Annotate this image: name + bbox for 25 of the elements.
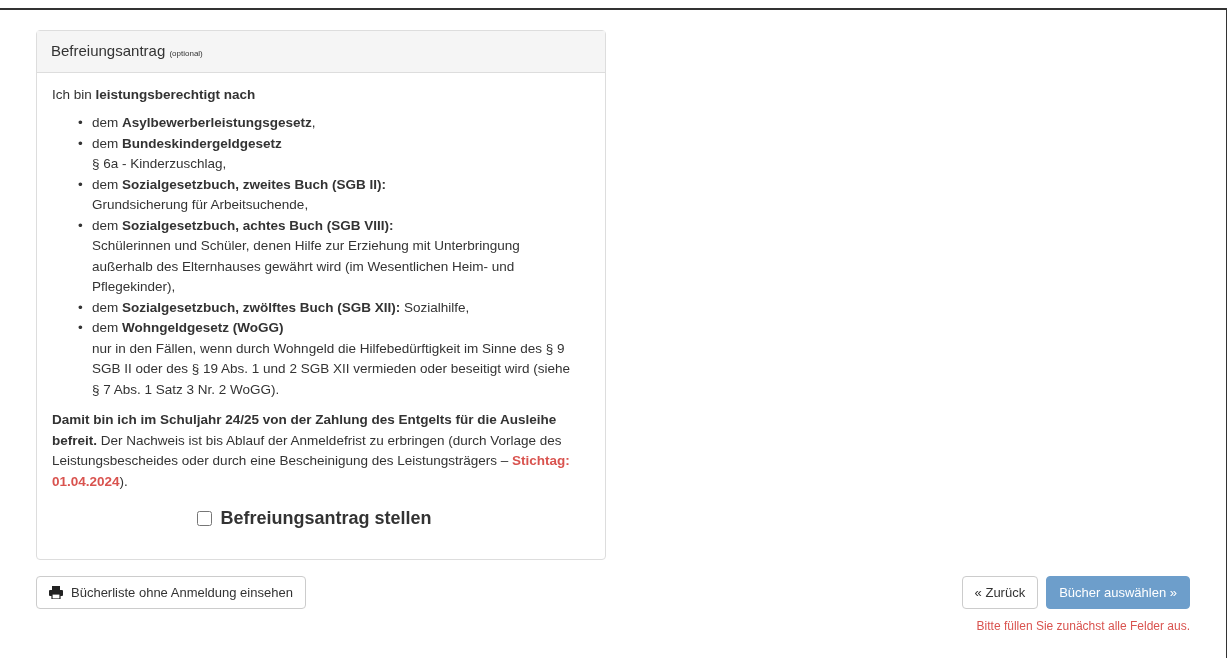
- list-item-text: dem Bundeskindergeldgesetz: [92, 134, 282, 153]
- list-item-detail: § 6a - Kinderzuschlag,: [92, 155, 228, 173]
- bullet-marker: •: [78, 319, 84, 337]
- printer-icon: [49, 585, 63, 599]
- print-button[interactable]: Bücherliste ohne Anmeldung einsehen: [36, 575, 306, 609]
- list-item-text: dem Sozialgesetzbuch, zweites Buch (SGB II):: [92, 175, 387, 194]
- checkbox-label[interactable]: Befreiungsantrag stellen: [220, 508, 432, 529]
- list-item-text: dem Asylbewerberleistungsgesetz,: [92, 114, 316, 132]
- panel-title: Befreiungsantrag: [51, 42, 166, 59]
- list-item-text: dem Sozialgesetzbuch, zwölftes Buch (SGB XII): Sozialhilfe,: [92, 298, 470, 317]
- error-message: Bitte füllen Sie zunächst alle Felder aus.: [976, 618, 1190, 635]
- back-button[interactable]: « Zurück: [961, 575, 1039, 609]
- bullet-marker: •: [78, 298, 84, 317]
- intro-text: Ich bin leistungsberechtigt nach: [52, 85, 257, 104]
- list-item-detail: nur in den Fällen, wenn durch Wohngeld die Hilfebedürftigkeit im Sinne des § 9 SGB II oder des § 19 Abs. 1 und 2 SGB XII vermieden oder beseitigt wird (siehe § 7 Abs. 1 Satz 3 Nr. 2 WoGG).: [92, 339, 571, 399]
- optional-label: (optional): [169, 49, 203, 58]
- bullet-marker: •: [78, 134, 84, 153]
- bullet-marker: •: [78, 175, 84, 194]
- list-item-text: dem Sozialgesetzbuch, achtes Buch (SGB VIII):: [92, 216, 395, 235]
- checkbox[interactable]: [197, 510, 213, 526]
- list-item-detail: Grundsicherung für Arbeitsuchende,: [92, 196, 310, 214]
- bullet-marker: •: [78, 114, 84, 132]
- bullet-marker: •: [78, 216, 84, 235]
- list-item-text: dem Wohngeldgesetz (WoGG): [92, 319, 285, 337]
- closing-text: Damit bin ich im Schuljahr 24/25 von der Zahlung des Entgelts für die Ausleihe befreit. Der Nachweis ist bis Ablauf der Anmeldefrist zu erbringen (durch Vorlage des Leistungsbescheides oder durch eine Bescheinigung des Leistungsträgers – Stichtag: 01.04.2024).: [52, 411, 571, 491]
